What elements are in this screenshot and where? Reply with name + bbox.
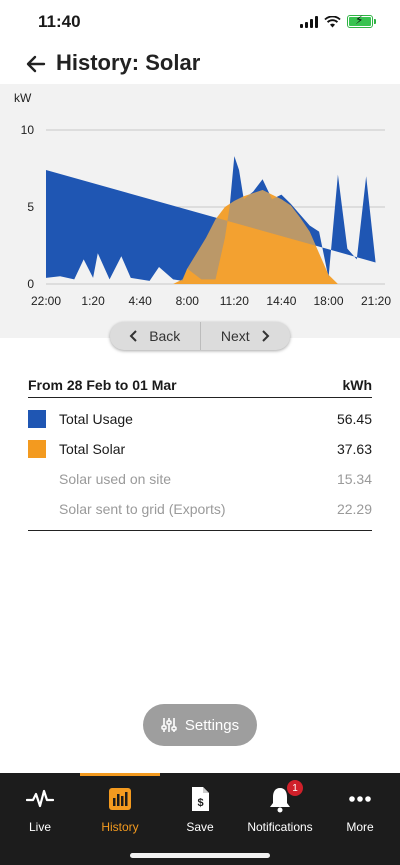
bell-icon: 1: [266, 780, 303, 813]
summary-row-value: 22.29: [336, 501, 372, 517]
next-button-label: Next: [220, 328, 250, 344]
nav-label: More: [346, 820, 374, 834]
back-button[interactable]: Back: [110, 322, 200, 350]
summary-row-value: 15.34: [336, 471, 372, 487]
summary-header: From 28 Feb to 01 Mar kWh: [28, 372, 372, 398]
summary-unit: kWh: [342, 376, 372, 393]
active-tab-indicator: [80, 773, 160, 776]
solar-swatch: [28, 440, 46, 458]
bottom-nav: Live History $ Save 1 Notifications More: [0, 773, 400, 865]
summary-period: From 28 Feb to 01 Mar: [28, 376, 177, 393]
y-axis-label: kW: [14, 91, 32, 105]
x-tick-label: 8:00: [176, 294, 200, 308]
summary-row-label: Solar sent to grid (Exports): [59, 501, 226, 517]
status-time: 11:40: [38, 12, 81, 31]
home-indicator: [130, 853, 270, 858]
chevron-left-icon: [129, 330, 137, 342]
cellular-signal-icon: [300, 15, 318, 28]
bar-chart-icon: [109, 788, 131, 810]
summary-row-solar-used: Solar used on site 15.34: [28, 464, 372, 494]
nav-item-notifications[interactable]: 1 Notifications: [240, 780, 320, 834]
page-header: History: Solar: [0, 44, 400, 84]
svg-text:$: $: [197, 797, 203, 809]
back-arrow-icon[interactable]: [22, 50, 50, 78]
usage-swatch: [28, 410, 46, 428]
summary-row-label: Total Solar: [59, 441, 126, 457]
summary-row-label: Solar used on site: [59, 471, 172, 487]
wifi-icon: [324, 15, 341, 27]
back-button-label: Back: [149, 328, 181, 344]
more-dots-icon: [349, 796, 371, 802]
nav-item-save[interactable]: $ Save: [160, 785, 240, 834]
x-tick-label: 18:00: [313, 294, 343, 308]
nav-label: History: [101, 820, 139, 834]
solar-history-chart: kW 0 5 10 22:00 1:20 4:40 8:00 11:20 14:40 18:00…: [14, 91, 391, 308]
summary-row-total-usage: Total Usage 56.45: [28, 404, 372, 434]
nav-item-history[interactable]: History: [80, 785, 160, 834]
settings-button[interactable]: Settings: [143, 704, 257, 746]
pulse-icon: [26, 789, 54, 808]
summary-row-label: Total Usage: [59, 411, 133, 427]
sliders-icon: [161, 718, 177, 732]
summary-row-solar-exported: Solar sent to grid (Exports) 22.29: [28, 494, 372, 524]
x-tick-label: 11:20: [220, 294, 249, 308]
settings-label: Settings: [184, 716, 240, 734]
chart-pager: Back Next: [110, 322, 290, 350]
battery-icon: ⚡: [347, 13, 373, 28]
nav-label: Live: [28, 820, 51, 834]
summary-row-value: 56.45: [336, 411, 372, 427]
summary-table: From 28 Feb to 01 Mar kWh Total Usage 56…: [28, 372, 372, 531]
chart-panel: kW 0 5 10 22:00 1:20 4:40 8:00 11:20 14:40 18:00…: [0, 84, 400, 338]
y-tick-label: 0: [27, 277, 34, 291]
summary-row-total-solar: Total Solar 37.63: [28, 434, 372, 464]
page-title: History: Solar: [56, 50, 201, 75]
x-tick-label: 14:40: [266, 294, 296, 308]
y-tick-label: 5: [27, 200, 34, 214]
status-icons: ⚡: [300, 13, 376, 28]
next-button[interactable]: Next: [199, 322, 291, 350]
dollar-document-icon: $: [192, 787, 209, 811]
nav-item-more[interactable]: More: [320, 785, 400, 834]
chevron-right-icon: [261, 330, 270, 342]
summary-row-value: 37.63: [336, 441, 372, 457]
x-tick-label: 21:20: [361, 294, 391, 308]
x-tick-label: 4:40: [128, 294, 152, 308]
summary-divider: [28, 530, 372, 531]
x-tick-label: 22:00: [31, 294, 61, 308]
nav-item-live[interactable]: Live: [0, 785, 80, 834]
notification-badge: 1: [287, 780, 303, 796]
x-tick-label: 1:20: [81, 294, 105, 308]
nav-label: Notifications: [247, 820, 313, 834]
status-bar: 11:40 ⚡: [0, 0, 400, 44]
nav-label: Save: [186, 820, 214, 834]
y-tick-label: 10: [21, 123, 35, 137]
